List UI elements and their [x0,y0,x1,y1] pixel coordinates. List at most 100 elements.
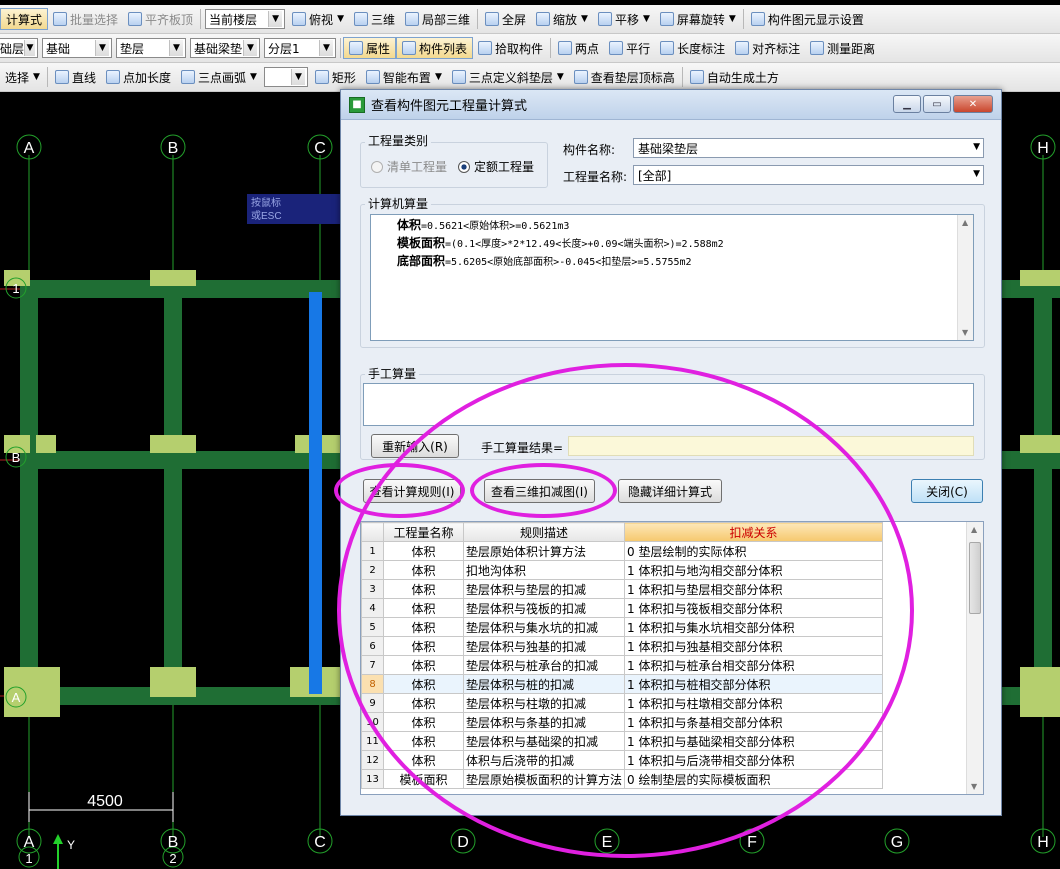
separator [477,9,479,29]
select-button[interactable]: 选择 ▼ [0,66,45,88]
table-row[interactable]: 9 体积 垫层体积与柱墩的扣减 1 体积扣与柱墩相交部分体积 [361,693,884,713]
fullscreen-button[interactable]: 全屏 [480,8,531,30]
manual-calc-label: 手工算量 [365,365,420,382]
floor-level-combo[interactable]: 础层 ▼ [0,38,38,58]
table-row[interactable]: 7 体积 垫层体积与桩承台的扣减 1 体积扣与桩承台相交部分体积 [361,655,884,675]
rules-table[interactable]: 工程量名称 规则描述 扣减关系 1 体积 垫层原始体积计算方法 0 垫层绘制的实际体积… [360,521,984,795]
calc-formula-button[interactable]: 计算式 [0,8,49,30]
top-view-button[interactable]: 俯视 ▼ [287,8,349,30]
smart-place-button[interactable]: 智能布置 ▼ [361,66,447,88]
table-row[interactable]: 2 体积 扣地沟体积 1 体积扣与地沟相交部分体积 [361,560,884,580]
tooltip-line-2: 或ESC [251,210,282,222]
scrollbar-thumb[interactable] [969,542,981,614]
separator [681,67,683,87]
axis-label-b-bottom: B [168,834,179,851]
view-pad-top-button[interactable]: 查看垫层顶标高 [569,66,680,88]
properties-button[interactable]: 属性 [343,37,397,59]
header-deduction[interactable]: 扣减关系 [624,522,884,542]
component-name-select[interactable]: 基础梁垫层 ▼ [633,138,984,158]
aligned-dim-button[interactable]: 对齐标注 [730,37,805,59]
category-combo[interactable]: 基础 ▼ [42,38,112,58]
rectangle-button[interactable]: 矩形 [310,66,361,88]
component-combo[interactable]: 基础梁垫 ▼ [190,38,260,58]
layer-combo[interactable]: 分层1 ▼ [264,38,336,58]
chevron-down-icon: ▼ [268,11,283,27]
three-point-arc-button[interactable]: 三点画弧 ▼ [176,66,262,88]
manual-calc-input[interactable] [363,383,974,426]
table-row[interactable]: 4 体积 垫层体积与筏板的扣减 1 体积扣与筏板相交部分体积 [361,598,884,618]
header-index [361,522,384,542]
axis-label-g-bottom: G [891,834,903,851]
table-row[interactable]: 11 体积 垫层体积与基础梁的扣减 1 体积扣与基础梁相交部分体积 [361,731,884,751]
line-button[interactable]: 直线 [50,66,101,88]
dialog-title-bar[interactable]: ■ 查看构件图元工程量计算式 ▁ ▭ ✕ [341,90,1001,120]
maximize-button[interactable]: ▭ [923,95,951,113]
view-elevation-icon [573,70,588,84]
chevron-down-icon: ▼ [243,40,257,56]
qty-name-select[interactable]: [全部] ▼ [633,165,984,185]
radio-selected-icon [458,160,470,173]
two-points-button[interactable]: 两点 [553,37,604,59]
calc-scrollbar[interactable]: ▲ ▼ [957,215,973,340]
view-3d-deduction-button[interactable]: 查看三维扣减图(I) [484,479,595,503]
minimize-button[interactable]: ▁ [893,95,921,113]
axis-label-e-bottom: E [602,834,613,851]
axis-label-c: C [314,140,326,157]
batch-select-button[interactable]: 批量选择 [48,8,123,30]
app-icon: ■ [349,96,365,113]
zoom-button[interactable]: 缩放 ▼ [531,8,593,30]
header-qty-name[interactable]: 工程量名称 [383,522,464,542]
rectangle-icon [314,70,329,84]
radio-quota-qty[interactable]: 定额工程量 [458,158,534,175]
arc-option-combo[interactable]: ▼ [263,67,308,87]
calc-line-volume: 体积=0.5621<原始体积>=0.5621m3 [397,218,570,232]
local-3d-button[interactable]: 局部三维 [400,8,475,30]
pick-component-button[interactable]: 拾取构件 [473,37,548,59]
radio-list-qty[interactable]: 清单工程量 [371,158,447,175]
point-length-button[interactable]: 点加长度 [101,66,176,88]
separator [550,38,552,58]
hide-detail-button[interactable]: 隐藏详细计算式 [618,479,722,503]
table-row[interactable]: 10 体积 垫层体积与条基的扣减 1 体积扣与条基相交部分体积 [361,712,884,732]
fullscreen-icon [485,12,500,26]
table-row[interactable]: 3 体积 垫层体积与垫层的扣减 1 体积扣与垫层相交部分体积 [361,579,884,599]
point-length-icon [105,70,120,84]
table-row-selected[interactable]: 8 体积 垫层体积与桩的扣减 1 体积扣与桩相交部分体积 [361,674,884,694]
parallel-button[interactable]: 平行 [604,37,655,59]
scroll-up-icon: ▲ [971,525,978,534]
chevron-down-icon: ▼ [24,40,35,56]
3d-view-button[interactable]: 三维 [349,8,400,30]
batch-select-icon [53,12,68,26]
type-combo[interactable]: 垫层 ▼ [116,38,186,58]
table-row[interactable]: 5 体积 垫层体积与集水坑的扣减 1 体积扣与集水坑相交部分体积 [361,617,884,637]
pan-button[interactable]: 平移 ▼ [593,8,655,30]
close-dialog-button[interactable]: 关闭(C) [911,479,983,503]
table-scrollbar[interactable]: ▲ ▼ [966,522,983,794]
rotate-icon [659,12,674,26]
length-dim-icon [660,41,675,55]
auto-earthwork-button[interactable]: 自动生成土方 [685,66,784,88]
close-window-button[interactable]: ✕ [953,95,993,113]
table-row[interactable]: 1 体积 垫层原始体积计算方法 0 垫层绘制的实际体积 [361,541,884,561]
slope-icon [451,70,466,84]
selected-beam[interactable] [309,292,322,694]
table-row[interactable]: 12 体积 体积与后浇带的扣减 1 体积扣与后浇带相交部分体积 [361,750,884,770]
floor-combo[interactable]: 当前楼层 ▼ [205,9,286,29]
flush-slab-top-button[interactable]: 平齐板顶 [123,8,198,30]
measure-icon [810,41,825,55]
slope-pad-button[interactable]: 三点定义斜垫层 ▼ [447,66,569,88]
view-rules-button[interactable]: 查看计算规则(I) [363,479,461,503]
display-settings-button[interactable]: 构件图元显示设置 [746,8,869,30]
qty-name-label: 工程量名称: [563,170,628,184]
computer-calc-text[interactable]: 体积=0.5621<原始体积>=0.5621m3 模板面积=(0.1<厚度>*2… [370,214,974,341]
screen-rotate-button[interactable]: 屏幕旋转 ▼ [655,8,741,30]
reinput-button[interactable]: 重新输入(R) [371,434,459,458]
header-rule-desc[interactable]: 规则描述 [462,522,626,542]
table-row[interactable]: 6 体积 垫层体积与独基的扣减 1 体积扣与独基相交部分体积 [361,636,884,656]
component-list-button[interactable]: 构件列表 [396,37,474,59]
axis-label-a-bottom: A [24,834,35,851]
length-dim-button[interactable]: 长度标注 [655,37,730,59]
measure-distance-button[interactable]: 测量距离 [805,37,880,59]
table-row[interactable]: 13 模板面积 垫层原始模板面积的计算方法 0 绘制垫层的实际模板面积 [361,769,884,789]
dialog-title: 查看构件图元工程量计算式 [371,99,528,114]
